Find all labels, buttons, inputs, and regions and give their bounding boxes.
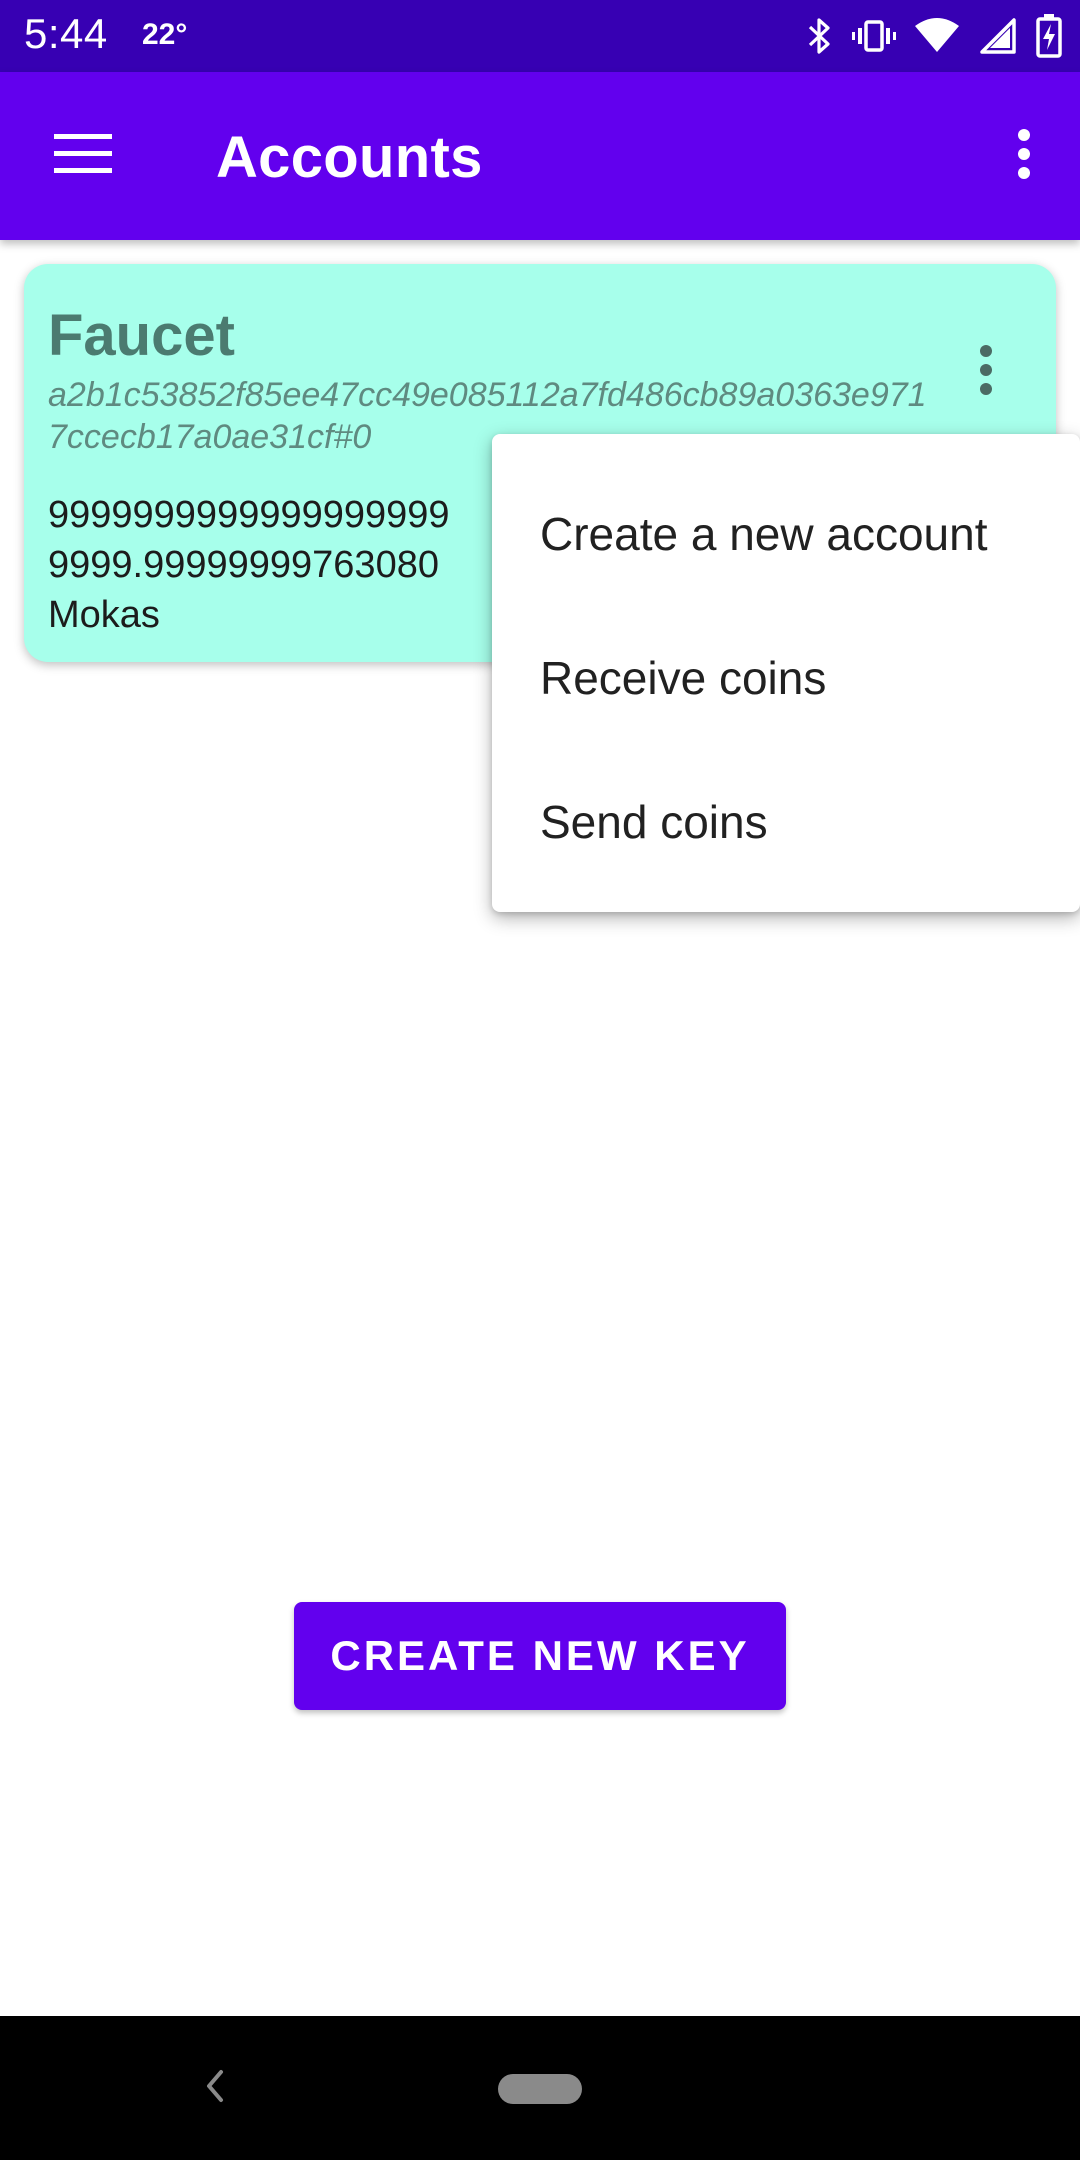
more-vert-icon [1016, 128, 1032, 185]
bluetooth-icon [804, 16, 834, 56]
vibrate-icon [852, 16, 896, 56]
more-vert-icon [978, 344, 994, 401]
hamburger-menu-icon [54, 132, 114, 181]
account-popup-menu: Create a new account Receive coins Send … [492, 434, 1080, 912]
status-time: 5:44 [24, 10, 108, 57]
signal-icon [978, 16, 1018, 56]
battery-charging-icon [1036, 14, 1062, 58]
back-chevron-icon [199, 2066, 229, 2111]
page-title: Accounts [216, 125, 483, 190]
app-bar: Accounts [0, 72, 1080, 240]
create-new-key-button[interactable]: CREATE NEW KEY [294, 1602, 786, 1710]
nav-back-button[interactable] [186, 2060, 242, 2116]
status-bar: 5:44 22° [0, 0, 1080, 72]
navigation-drawer-button[interactable] [36, 114, 132, 198]
status-temperature: 22° [142, 18, 188, 51]
wifi-icon [914, 16, 960, 56]
account-card-menu-button[interactable] [950, 324, 1022, 420]
nav-home-pill[interactable] [498, 2074, 582, 2104]
menu-item-create-account[interactable]: Create a new account [492, 462, 1080, 606]
account-name: Faucet [48, 303, 235, 368]
menu-item-receive-coins[interactable]: Receive coins [492, 606, 1080, 750]
app-overflow-menu-button[interactable] [988, 120, 1060, 192]
status-icons [804, 12, 1062, 60]
system-nav-bar [0, 2016, 1080, 2160]
menu-item-send-coins[interactable]: Send coins [492, 750, 1080, 894]
